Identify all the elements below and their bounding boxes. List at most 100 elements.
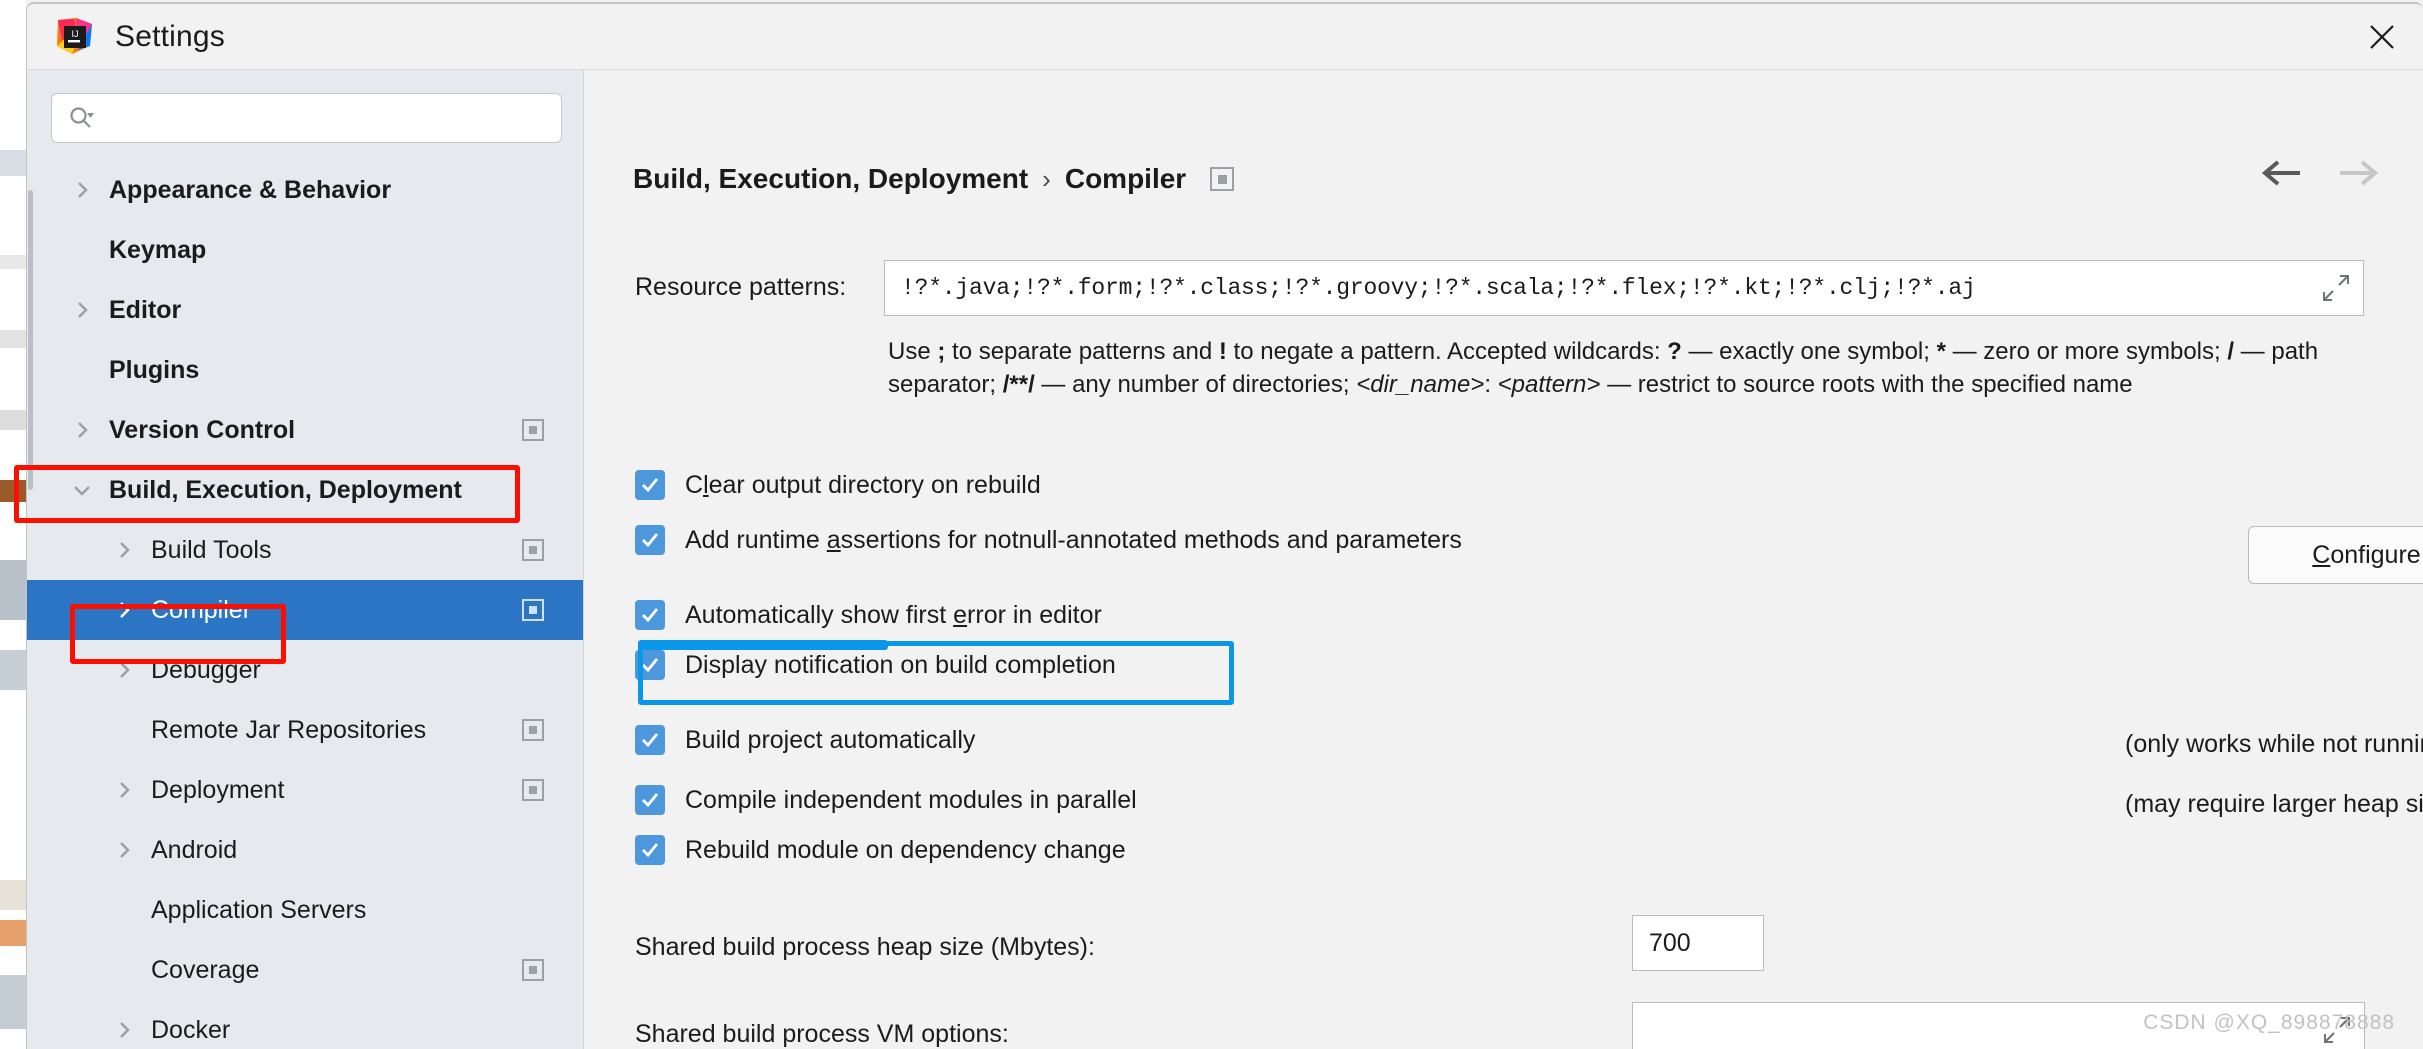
watermark: CSDN @XQ_898878888 bbox=[2143, 1011, 2395, 1034]
search-box[interactable] bbox=[51, 93, 562, 143]
window-titlebar: IJ Settings bbox=[27, 4, 2423, 70]
arrow-right-icon[interactable] bbox=[2338, 158, 2382, 188]
checkbox-rebuild-module-on-dependency[interactable]: Rebuild module on dependency change bbox=[635, 835, 1126, 865]
configure-annotations-button[interactable]: Configure annotations... bbox=[2248, 526, 2423, 584]
chevron-right-icon[interactable] bbox=[113, 659, 135, 681]
resource-patterns-field[interactable] bbox=[884, 260, 2364, 316]
button-mnemonic: C bbox=[2312, 540, 2331, 569]
label-part: Display notification on build completion bbox=[685, 650, 1116, 679]
sidebar-item-version-control[interactable]: Version Control bbox=[27, 400, 583, 460]
window-title: Settings bbox=[115, 20, 225, 53]
sidebar-item-build-execution-deployment[interactable]: Build, Execution, Deployment bbox=[27, 460, 583, 520]
arrow-left-icon[interactable] bbox=[2258, 158, 2302, 188]
checkbox-automatically-show-first-error[interactable]: Automatically show first error in editor bbox=[635, 600, 1102, 630]
chevron-right-icon[interactable] bbox=[113, 779, 135, 801]
project-scope-icon[interactable] bbox=[522, 539, 544, 561]
project-scope-icon[interactable] bbox=[1210, 167, 1235, 191]
checkbox-label: Add runtime assertions for notnull-annot… bbox=[685, 526, 1462, 555]
checkbox-compile-independent-modules-in[interactable]: Compile independent modules in parallel bbox=[635, 785, 1137, 815]
label-part: Automatically show first bbox=[685, 600, 954, 629]
resource-patterns-input[interactable] bbox=[901, 275, 2323, 301]
sidebar-item-label: Compiler bbox=[151, 595, 252, 624]
compiler-settings-panel: Build, Execution, Deployment › Compiler bbox=[585, 70, 2423, 1049]
sidebar-item-label: Remote Jar Repositories bbox=[151, 715, 427, 744]
checkbox-label: Build project automatically bbox=[685, 726, 975, 755]
sidebar-item-android[interactable]: Android bbox=[27, 820, 583, 880]
sidebar-item-label: Docker bbox=[151, 1015, 231, 1044]
sidebar-item-docker[interactable]: Docker bbox=[27, 1000, 583, 1049]
sidebar-item-label: Appearance & Behavior bbox=[109, 175, 392, 204]
sidebar-item-remote-jar-repositories[interactable]: Remote Jar Repositories bbox=[27, 700, 583, 760]
search-input[interactable] bbox=[104, 105, 561, 131]
checkbox-add-runtime-assertions-for[interactable]: Add runtime assertions for notnull-annot… bbox=[635, 525, 1462, 555]
expand-icon[interactable] bbox=[2323, 275, 2349, 301]
checkmark-icon[interactable] bbox=[635, 835, 665, 865]
sidebar-item-application-servers[interactable]: Application Servers bbox=[27, 880, 583, 940]
checkmark-icon[interactable] bbox=[635, 525, 665, 555]
label-part: C bbox=[685, 470, 704, 499]
intellij-idea-logo-icon: IJ bbox=[54, 16, 94, 56]
label-part: ssertions for notnull-annotated methods … bbox=[840, 525, 1462, 554]
shared-heap-input[interactable] bbox=[1649, 928, 1971, 958]
breadcrumb: Build, Execution, Deployment › Compiler bbox=[633, 163, 1235, 195]
breadcrumb-leaf: Compiler bbox=[1064, 163, 1187, 194]
project-scope-icon[interactable] bbox=[522, 419, 544, 441]
hint-symbol: /**/ bbox=[1002, 371, 1035, 399]
chevron-right-icon[interactable] bbox=[71, 419, 93, 441]
checkmark-icon[interactable] bbox=[635, 600, 665, 630]
checkbox-label: Display notification on build completion bbox=[685, 651, 1116, 680]
sidebar-item-deployment[interactable]: Deployment bbox=[27, 760, 583, 820]
checkbox-clear-output-directory-on[interactable]: Clear output directory on rebuild bbox=[635, 470, 1041, 500]
label-part: Build project automatically bbox=[685, 725, 976, 754]
shared-heap-field[interactable] bbox=[1632, 915, 1971, 971]
chevron-right-icon[interactable] bbox=[113, 539, 135, 561]
hint-symbol: ? bbox=[1667, 338, 1682, 365]
breadcrumb-root[interactable]: Build, Execution, Deployment bbox=[633, 163, 1028, 195]
chevron-right-icon[interactable] bbox=[113, 599, 135, 621]
checkmark-icon[interactable] bbox=[635, 785, 665, 815]
project-scope-icon[interactable] bbox=[522, 719, 544, 741]
hint-placeholder: <dir_name> bbox=[1356, 371, 1485, 399]
checkbox-label: Clear output directory on rebuild bbox=[685, 471, 1041, 500]
project-scope-icon[interactable] bbox=[522, 959, 544, 981]
sidebar-item-appearance-behavior[interactable]: Appearance & Behavior bbox=[27, 160, 583, 220]
checkbox-build-project-automatically[interactable]: Build project automatically bbox=[635, 725, 975, 755]
parallel-compile-hint: (may require larger heap size) bbox=[2125, 790, 2423, 818]
sidebar-item-label: Editor bbox=[109, 295, 182, 324]
breadcrumb-separator: › bbox=[1042, 163, 1051, 194]
sidebar-item-plugins[interactable]: Plugins bbox=[27, 340, 583, 400]
sidebar-item-keymap[interactable]: Keymap bbox=[27, 220, 583, 280]
hint-symbol: / bbox=[2227, 338, 2235, 365]
settings-dialog-screen: IJ Settings Appearance & Behavior Keymap… bbox=[0, 0, 2423, 1049]
sidebar-item-editor[interactable]: Editor bbox=[27, 280, 583, 340]
sidebar-item-label: Build Tools bbox=[151, 535, 272, 564]
shared-vm-options-label: Shared build process VM options: bbox=[635, 1020, 1009, 1048]
chevron-right-icon[interactable] bbox=[113, 1019, 135, 1041]
sidebar-item-build-tools[interactable]: Build Tools bbox=[27, 520, 583, 580]
chevron-right-icon[interactable] bbox=[113, 839, 135, 861]
checkbox-label: Automatically show first error in editor bbox=[685, 601, 1102, 630]
checkmark-icon[interactable] bbox=[635, 725, 665, 755]
close-icon[interactable] bbox=[2359, 14, 2405, 60]
sidebar-item-label: Android bbox=[151, 835, 238, 864]
dialog-body: Appearance & Behavior Keymap Editor Plugins… bbox=[27, 70, 2423, 1049]
label-part: Rebuild module on dependency change bbox=[685, 835, 1126, 864]
project-scope-icon[interactable] bbox=[522, 779, 544, 801]
shared-heap-label: Shared build process heap size (Mbytes): bbox=[635, 933, 1095, 961]
checkmark-icon[interactable] bbox=[635, 470, 665, 500]
hint-symbol: ! bbox=[1218, 338, 1227, 365]
chevron-right-icon[interactable] bbox=[71, 299, 93, 321]
sidebar-item-label: Keymap bbox=[109, 235, 207, 264]
label-part: rror in editor bbox=[967, 600, 1102, 629]
sidebar-item-coverage[interactable]: Coverage bbox=[27, 940, 583, 1000]
project-scope-icon[interactable] bbox=[522, 599, 544, 621]
sidebar-item-debugger[interactable]: Debugger bbox=[27, 640, 583, 700]
chevron-down-icon[interactable] bbox=[71, 479, 93, 501]
background-ide-strip bbox=[0, 0, 26, 1049]
sidebar-item-compiler[interactable]: Compiler bbox=[27, 580, 583, 640]
checkmark-icon[interactable] bbox=[635, 650, 665, 680]
hint-part: — any number of directories; bbox=[1034, 371, 1357, 399]
sidebar-item-label: Version Control bbox=[109, 415, 296, 444]
checkbox-display-notification-on-build[interactable]: Display notification on build completion bbox=[635, 650, 1116, 680]
chevron-right-icon[interactable] bbox=[71, 179, 93, 201]
